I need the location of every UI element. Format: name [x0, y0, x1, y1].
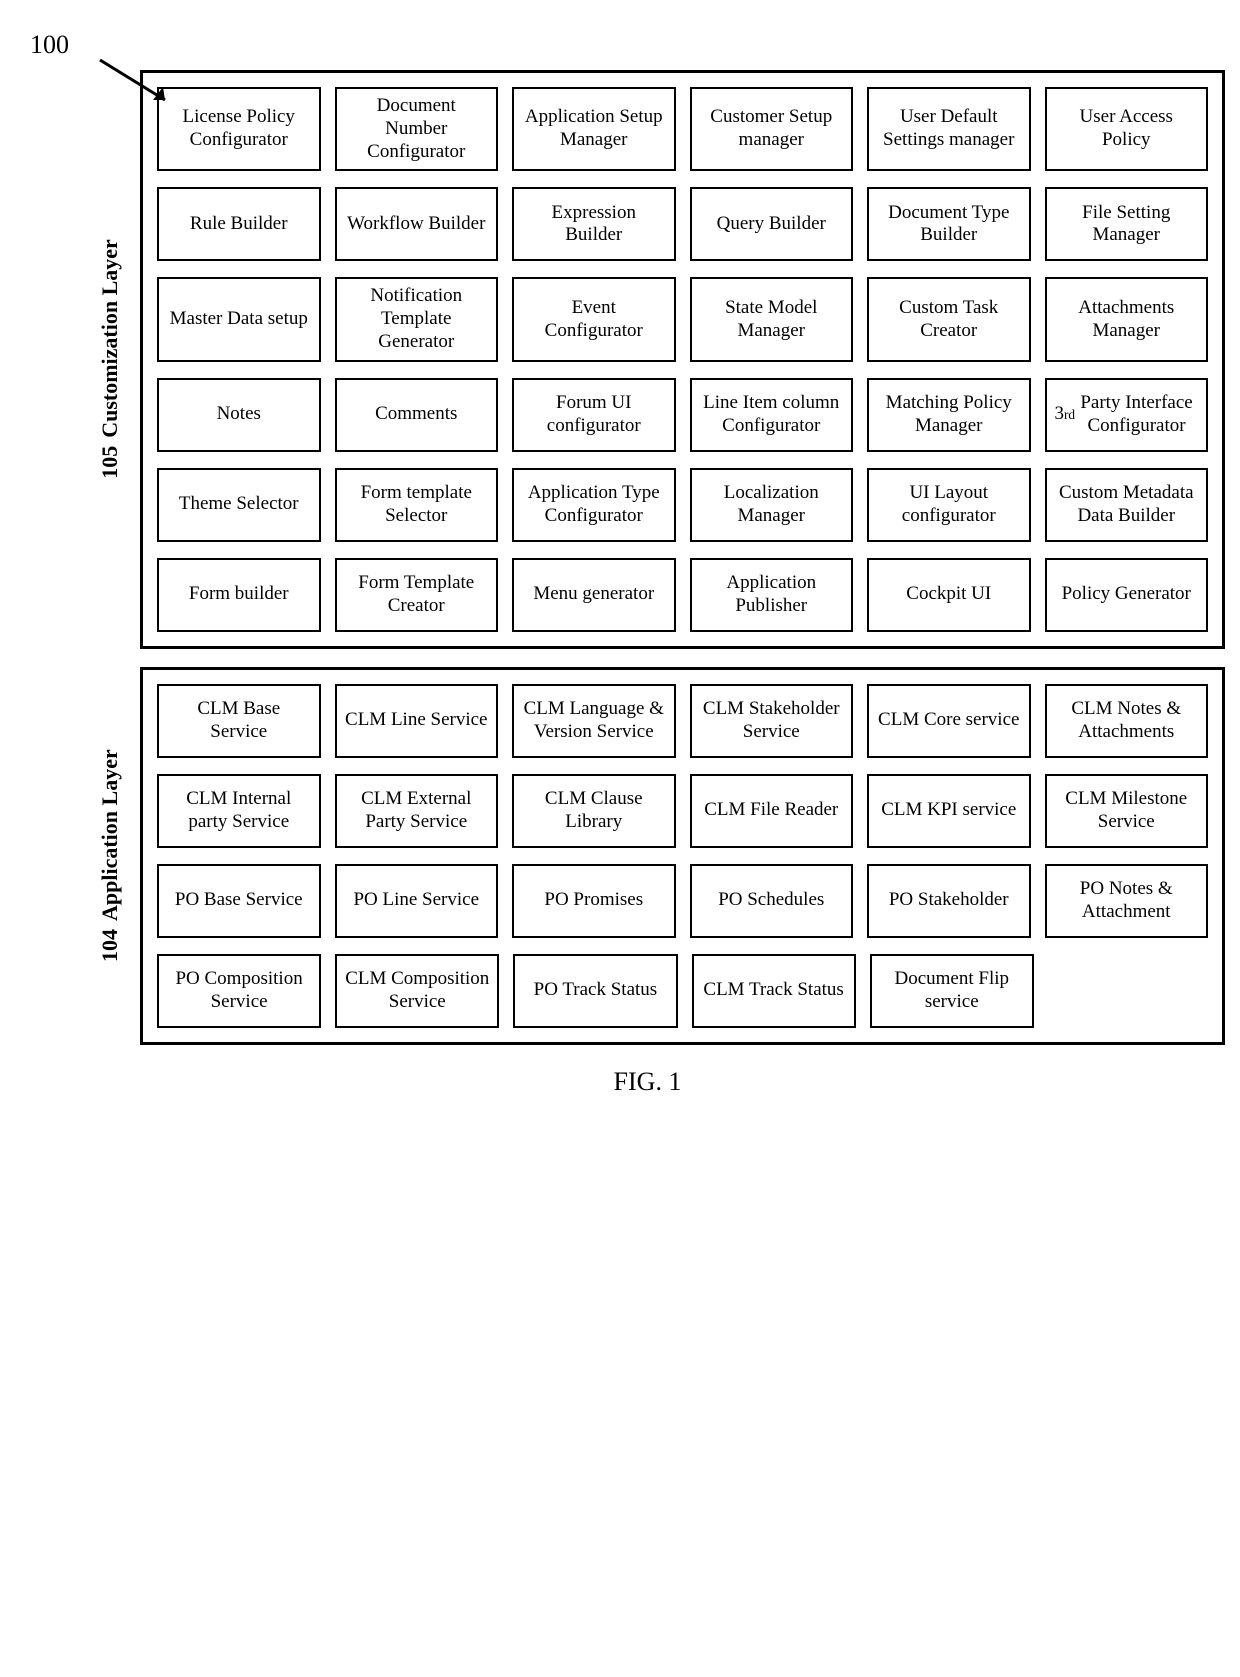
figure-caption: FIG. 1 [70, 1067, 1225, 1097]
grid-cell: Application Type Configurator [512, 468, 676, 542]
grid-cell: CLM Base Service [157, 684, 321, 758]
grid-cell: Custom Task Creator [867, 277, 1031, 361]
grid-cell: PO Promises [512, 864, 676, 938]
layer-title-105: Customization Layer [97, 240, 123, 439]
grid-cell: Expression Builder [512, 187, 676, 261]
grid-row: License Policy ConfiguratorDocument Numb… [157, 87, 1208, 171]
grid-cell: PO Line Service [335, 864, 499, 938]
grid-cell: PO Base Service [157, 864, 321, 938]
grid-cell: Form template Selector [335, 468, 499, 542]
grid-row: CLM Base ServiceCLM Line ServiceCLM Lang… [157, 684, 1208, 758]
grid-cell: Notification Template Generator [335, 277, 499, 361]
grid-cell: Custom Metadata Data Builder [1045, 468, 1209, 542]
grid-cell: PO Track Status [513, 954, 677, 1028]
grid-cell: PO Schedules [690, 864, 854, 938]
grid-cell: CLM Track Status [692, 954, 856, 1028]
grid-cell: Localization Manager [690, 468, 854, 542]
grid-row: NotesCommentsForum UI configuratorLine I… [157, 378, 1208, 452]
grid-cell: CLM Stakeholder Service [690, 684, 854, 758]
grid-cell: Document Number Configurator [335, 87, 499, 171]
grid-cell: Attachments Manager [1045, 277, 1209, 361]
grid-cell: CLM KPI service [867, 774, 1031, 848]
layer-side-label-104: 104 Application Layer [70, 667, 140, 1045]
layer-id-104: 104 [97, 929, 123, 962]
grid-cell: File Setting Manager [1045, 187, 1209, 261]
grid-cell: Customer Setup manager [690, 87, 854, 171]
grid-row: CLM Internal party ServiceCLM External P… [157, 774, 1208, 848]
grid-cell: Cockpit UI [867, 558, 1031, 632]
grid-cell: Comments [335, 378, 499, 452]
grid-cell: Workflow Builder [335, 187, 499, 261]
grid-cell: Document Flip service [870, 954, 1034, 1028]
grid-cell: Menu generator [512, 558, 676, 632]
grid-cell: Application Publisher [690, 558, 854, 632]
layer-box-104: CLM Base ServiceCLM Line ServiceCLM Lang… [140, 667, 1225, 1045]
grid-cell: CLM File Reader [690, 774, 854, 848]
grid-cell: State Model Manager [690, 277, 854, 361]
grid-cell: PO Stakeholder [867, 864, 1031, 938]
grid-cell: CLM Language & Version Service [512, 684, 676, 758]
grid-cell: UI Layout configurator [867, 468, 1031, 542]
grid-row: Rule BuilderWorkflow BuilderExpression B… [157, 187, 1208, 261]
grid-cell: CLM External Party Service [335, 774, 499, 848]
grid-cell: PO Composition Service [157, 954, 321, 1028]
grid-cell: PO Notes & Attachment [1045, 864, 1209, 938]
grid-cell: CLM Composition Service [335, 954, 499, 1028]
grid-cell: CLM Clause Library [512, 774, 676, 848]
grid-row: Form builderForm Template CreatorMenu ge… [157, 558, 1208, 632]
grid-row: Master Data setupNotification Template G… [157, 277, 1208, 361]
grid-cell: Notes [157, 378, 321, 452]
grid-cell: Form builder [157, 558, 321, 632]
grid-cell: Event Configurator [512, 277, 676, 361]
layer-id-105: 105 [97, 446, 123, 479]
grid-cell: User Default Settings manager [867, 87, 1031, 171]
grid-row: PO Composition ServiceCLM Composition Se… [157, 954, 1208, 1028]
grid-row: PO Base ServicePO Line ServicePO Promise… [157, 864, 1208, 938]
grid-cell: Rule Builder [157, 187, 321, 261]
grid-cell: Document Type Builder [867, 187, 1031, 261]
grid-cell: CLM Milestone Service [1045, 774, 1209, 848]
grid-cell: CLM Core service [867, 684, 1031, 758]
grid-cell: Theme Selector [157, 468, 321, 542]
grid-cell: CLM Internal party Service [157, 774, 321, 848]
grid-cell: Master Data setup [157, 277, 321, 361]
grid-cell: User Access Policy [1045, 87, 1209, 171]
layer-title-104: Application Layer [97, 749, 123, 921]
grid-cell: Query Builder [690, 187, 854, 261]
grid-cell: Forum UI configurator [512, 378, 676, 452]
grid-cell: CLM Line Service [335, 684, 499, 758]
grid-cell: CLM Notes & Attachments [1045, 684, 1209, 758]
grid-cell: Application Setup Manager [512, 87, 676, 171]
grid-row: Theme SelectorForm template SelectorAppl… [157, 468, 1208, 542]
grid-cell: Policy Generator [1045, 558, 1209, 632]
grid-cell: Line Item column Configurator [690, 378, 854, 452]
figure-reference: 100 [30, 30, 69, 60]
grid-cell: Matching Policy Manager [867, 378, 1031, 452]
layer-side-label-105: 105 Customization Layer [70, 70, 140, 649]
grid-cell: Form Template Creator [335, 558, 499, 632]
grid-cell: 3rd Party Interface Configurator [1045, 378, 1209, 452]
layer-box-105: License Policy ConfiguratorDocument Numb… [140, 70, 1225, 649]
